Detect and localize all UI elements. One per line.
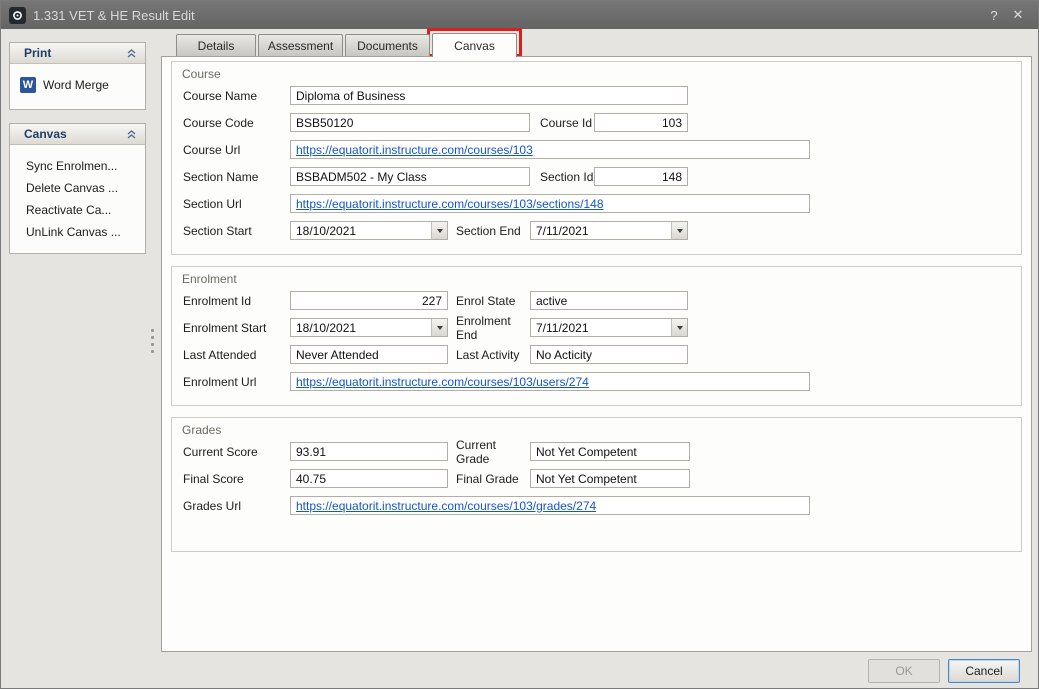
- current-score-field[interactable]: 93.91: [290, 442, 448, 461]
- course-name-field[interactable]: Diploma of Business: [290, 86, 688, 105]
- section-name-label: Section Name: [183, 170, 290, 184]
- final-score-field[interactable]: 40.75: [290, 469, 448, 488]
- course-name-label: Course Name: [183, 89, 290, 103]
- enrolment-id-field[interactable]: 227: [290, 291, 448, 310]
- word-merge-button[interactable]: W Word Merge: [20, 77, 137, 93]
- print-panel-title: Print: [24, 46, 51, 60]
- last-activity-field[interactable]: No Acticity: [530, 345, 688, 364]
- chevron-down-icon[interactable]: [671, 222, 687, 239]
- tab-strip: Details Assessment Documents Canvas: [161, 33, 1032, 56]
- enrol-state-label: Enrol State: [456, 294, 530, 308]
- final-grade-field[interactable]: Not Yet Competent: [530, 469, 690, 488]
- grades-group-title: Grades: [172, 422, 1021, 442]
- grades-group: Grades Current Score 93.91 Current Grade…: [171, 417, 1022, 552]
- sidebar-item-reactivate-canvas[interactable]: Reactivate Ca...: [10, 199, 145, 221]
- grades-url-link[interactable]: https://equatorit.instructure.com/course…: [296, 499, 596, 513]
- ok-button[interactable]: OK: [868, 659, 940, 683]
- enrolment-group: Enrolment Enrolment Id 227 Enrol State a…: [171, 266, 1022, 406]
- help-button[interactable]: ?: [982, 8, 1006, 23]
- sidebar-item-delete-canvas[interactable]: Delete Canvas ...: [10, 177, 145, 199]
- course-group: Course Course Name Diploma of Business C…: [171, 61, 1022, 255]
- enrolment-url-link[interactable]: https://equatorit.instructure.com/course…: [296, 375, 589, 389]
- print-panel: Print W Word Merge: [9, 42, 146, 110]
- tab-assessment[interactable]: Assessment: [258, 34, 343, 56]
- dialog-window: 1.331 VET & HE Result Edit ? ✕ Print W W…: [0, 0, 1039, 689]
- enrolment-id-label: Enrolment Id: [183, 294, 290, 308]
- word-icon: W: [20, 77, 36, 93]
- grades-url-label: Grades Url: [183, 499, 290, 513]
- enrolment-start-label: Enrolment Start: [183, 321, 290, 335]
- section-id-field[interactable]: 148: [594, 167, 688, 186]
- course-url-field: https://equatorit.instructure.com/course…: [290, 140, 810, 159]
- last-activity-label: Last Activity: [456, 348, 530, 362]
- enrolment-url-field: https://equatorit.instructure.com/course…: [290, 372, 810, 391]
- splitter-handle[interactable]: [146, 29, 161, 689]
- tab-canvas[interactable]: Canvas: [432, 33, 517, 57]
- section-start-label: Section Start: [183, 224, 290, 238]
- enrolment-url-label: Enrolment Url: [183, 375, 290, 389]
- section-end-datepicker[interactable]: 7/11/2021: [530, 221, 688, 240]
- enrolment-start-datepicker[interactable]: 18/10/2021: [290, 318, 448, 337]
- window-title: 1.331 VET & HE Result Edit: [33, 8, 982, 23]
- course-code-label: Course Code: [183, 116, 290, 130]
- cancel-button[interactable]: Cancel: [948, 659, 1020, 683]
- current-score-label: Current Score: [183, 445, 290, 459]
- canvas-tab-content: Course Course Name Diploma of Business C…: [161, 56, 1032, 652]
- current-grade-label: Current Grade: [456, 438, 530, 466]
- last-attended-field[interactable]: Never Attended: [290, 345, 448, 364]
- course-id-field[interactable]: 103: [594, 113, 688, 132]
- enrolment-group-title: Enrolment: [172, 271, 1021, 291]
- section-id-label: Section Id: [540, 170, 594, 184]
- sidebar: Print W Word Merge Canvas: [1, 29, 146, 689]
- final-score-label: Final Score: [183, 472, 290, 486]
- close-button[interactable]: ✕: [1006, 7, 1030, 23]
- section-start-datepicker[interactable]: 18/10/2021: [290, 221, 448, 240]
- section-end-label: Section End: [456, 224, 530, 238]
- current-grade-field[interactable]: Not Yet Competent: [530, 442, 690, 461]
- canvas-panel-header[interactable]: Canvas: [10, 124, 145, 145]
- course-url-label: Course Url: [183, 143, 290, 157]
- chevron-down-icon[interactable]: [671, 319, 687, 336]
- course-id-label: Course Id: [540, 116, 594, 130]
- section-url-link[interactable]: https://equatorit.instructure.com/course…: [296, 197, 604, 211]
- course-code-field[interactable]: BSB50120: [290, 113, 530, 132]
- dialog-footer: OK Cancel: [161, 652, 1032, 689]
- enrolment-end-datepicker[interactable]: 7/11/2021: [530, 318, 688, 337]
- course-url-link[interactable]: https://equatorit.instructure.com/course…: [296, 143, 533, 157]
- sidebar-item-sync-enrolment[interactable]: Sync Enrolmen...: [10, 155, 145, 177]
- app-icon: [9, 7, 26, 24]
- title-bar: 1.331 VET & HE Result Edit ? ✕: [1, 1, 1038, 29]
- course-group-title: Course: [172, 66, 1021, 86]
- chevron-down-icon[interactable]: [431, 319, 447, 336]
- canvas-panel-title: Canvas: [24, 127, 67, 141]
- section-url-field: https://equatorit.instructure.com/course…: [290, 194, 810, 213]
- canvas-panel: Canvas Sync Enrolmen... Delete Canvas ..…: [9, 123, 146, 254]
- final-grade-label: Final Grade: [456, 472, 530, 486]
- print-panel-header[interactable]: Print: [10, 43, 145, 64]
- last-attended-label: Last Attended: [183, 348, 290, 362]
- enrolment-end-label: Enrolment End: [456, 314, 530, 342]
- grades-url-field: https://equatorit.instructure.com/course…: [290, 496, 810, 515]
- tab-documents[interactable]: Documents: [345, 34, 430, 56]
- section-url-label: Section Url: [183, 197, 290, 211]
- sidebar-item-unlink-canvas[interactable]: UnLink Canvas ...: [10, 221, 145, 243]
- word-merge-label: Word Merge: [43, 78, 109, 92]
- collapse-chevron-icon[interactable]: [123, 46, 139, 60]
- section-name-field[interactable]: BSBADM502 - My Class: [290, 167, 530, 186]
- enrol-state-field[interactable]: active: [530, 291, 688, 310]
- tab-details[interactable]: Details: [176, 34, 256, 56]
- collapse-chevron-icon[interactable]: [123, 127, 139, 141]
- chevron-down-icon[interactable]: [431, 222, 447, 239]
